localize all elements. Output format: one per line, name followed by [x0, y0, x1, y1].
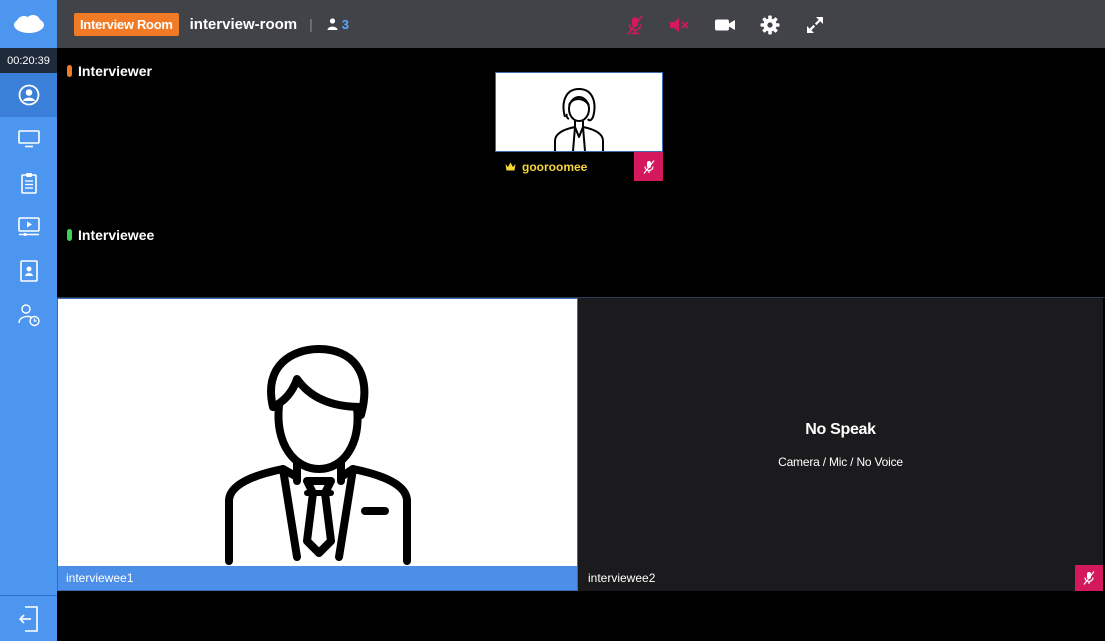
no-speak-title: No Speak — [805, 421, 876, 438]
logo[interactable] — [0, 0, 57, 48]
speaker-muted-icon — [669, 18, 689, 32]
interviewee1-tile[interactable]: interviewee1 — [57, 298, 578, 591]
screen-share-icon — [17, 130, 40, 148]
settings-icon — [760, 15, 779, 35]
interviewee2-mic-status[interactable] — [1075, 565, 1103, 591]
mic-muted-icon — [643, 159, 654, 174]
sidebar: 00:20:39 — [0, 48, 57, 641]
user-schedule-icon — [17, 304, 40, 327]
room-type-badge: Interview Room — [74, 12, 179, 36]
participant-count[interactable]: 3 — [327, 17, 349, 32]
speaker-toggle-button[interactable] — [657, 12, 702, 38]
call-controls — [612, 12, 837, 38]
exit-icon — [18, 605, 38, 632]
room-name: interview-room — [189, 15, 298, 33]
sidebar-item-media-player[interactable] — [0, 205, 57, 249]
interviewee2-tile[interactable]: No Speak Camera / Mic / No Voice intervi… — [578, 298, 1103, 591]
interviewee-section-label: Interviewee — [67, 227, 154, 243]
sidebar-item-user-schedule[interactable] — [0, 293, 57, 337]
person-icon — [327, 18, 338, 30]
interviewer-section-label: Interviewer — [67, 63, 152, 79]
no-speak-subtitle: Camera / Mic / No Voice — [778, 455, 903, 469]
interviewer-mic-status[interactable] — [634, 152, 663, 181]
interviewer-video — [495, 72, 663, 152]
crown-icon — [505, 162, 516, 171]
fullscreen-icon — [806, 17, 823, 33]
man-avatar-icon — [224, 345, 411, 565]
bottom-strip — [57, 591, 1105, 641]
clipboard-icon — [20, 173, 37, 194]
mic-toggle-button[interactable] — [612, 12, 657, 38]
woman-avatar-icon — [554, 88, 604, 151]
interviewer-indicator — [67, 65, 72, 77]
fullscreen-button[interactable] — [792, 12, 837, 38]
interviewee-label-text: Interviewee — [78, 227, 155, 243]
call-timer: 00:20:39 — [0, 48, 57, 73]
sidebar-item-clipboard[interactable] — [0, 161, 57, 205]
mic-muted-icon — [1083, 571, 1095, 585]
interviewee2-name: interviewee2 — [588, 571, 656, 585]
camera-toggle-button[interactable] — [702, 12, 747, 38]
interviewer-name: gooroomee — [505, 160, 587, 174]
camera-icon — [714, 19, 735, 31]
interviewee-indicator — [67, 229, 72, 241]
interviewer-label-text: Interviewer — [78, 63, 152, 79]
settings-button[interactable] — [747, 12, 792, 38]
cloud-logo-icon — [13, 15, 44, 33]
mic-muted-icon — [626, 15, 643, 35]
interviewer-name-text: gooroomee — [522, 159, 588, 174]
sidebar-item-contact-card[interactable] — [0, 249, 57, 293]
interviewer-tile[interactable]: gooroomee — [495, 72, 663, 182]
sidebar-item-screen-share[interactable] — [0, 117, 57, 161]
participants-icon — [18, 84, 39, 106]
sidebar-item-participants[interactable] — [0, 73, 57, 117]
interviewer-info-bar: gooroomee — [495, 152, 663, 181]
top-bar: Interview Room interview-room | 3 — [0, 0, 1105, 48]
participant-count-value: 3 — [341, 16, 350, 32]
header-separator: | — [309, 16, 313, 32]
media-player-icon — [17, 217, 40, 237]
interviewee1-name: interviewee1 — [58, 566, 577, 590]
contact-card-icon — [19, 260, 38, 282]
exit-button[interactable] — [0, 595, 57, 641]
interviewee1-video — [58, 299, 577, 566]
